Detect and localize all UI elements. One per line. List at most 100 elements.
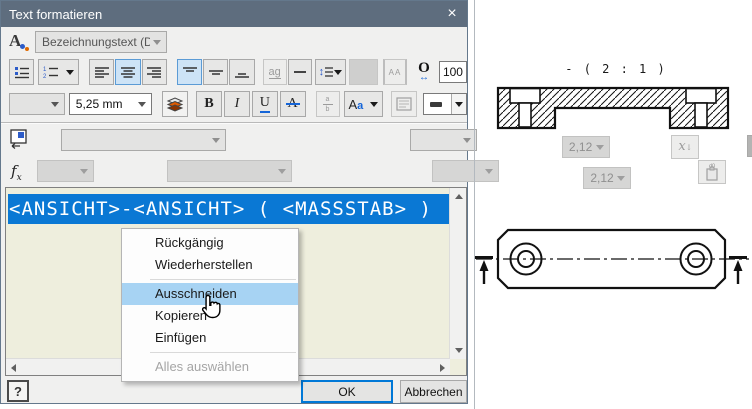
valign-top-button[interactable]	[177, 59, 202, 85]
selected-text-content: <ANSICHT>-<ANSICHT> ( <MASSSTAB> )	[9, 198, 432, 220]
scroll-left-icon[interactable]	[11, 364, 16, 372]
italic-label: I	[235, 96, 240, 112]
symbol-icon	[430, 102, 442, 107]
valign-top-icon	[182, 66, 198, 79]
layers-icon	[166, 97, 184, 112]
svg-text:1: 1	[43, 67, 47, 73]
parameter-combo[interactable]	[167, 160, 292, 182]
top-view	[475, 230, 749, 288]
textbox-icon	[396, 97, 412, 111]
scroll-down-icon[interactable]	[455, 348, 463, 353]
view-scale-label: - ( 2 : 1 )	[565, 62, 666, 76]
drawing-canvas[interactable]: - ( 2 : 1 )	[468, 0, 752, 409]
rotate-text-button[interactable]: Aa	[344, 91, 384, 117]
chevron-down-icon	[370, 102, 378, 107]
bold-label: B	[204, 96, 213, 112]
close-button[interactable]: ×	[437, 5, 467, 23]
align-center-button[interactable]	[115, 59, 140, 85]
cancel-button[interactable]: Abbrechen	[400, 380, 467, 403]
numbered-list-icon: 1 2	[43, 65, 59, 79]
lines-icon	[325, 66, 333, 78]
font-size-value: 5,25 mm	[76, 97, 123, 111]
width-factor-icon-wrap: O ↔	[412, 59, 436, 85]
bullet-list-icon	[14, 65, 30, 79]
baseline-label: ag	[269, 66, 281, 79]
italic-button[interactable]: I	[224, 91, 250, 117]
numbered-list-button[interactable]: 1 2	[38, 59, 79, 85]
selected-text[interactable]: <ANSICHT>-<ANSICHT> ( <MASSSTAB> )	[8, 194, 450, 224]
help-button[interactable]: ?	[7, 380, 29, 402]
chevron-down-icon	[212, 138, 220, 143]
fraction-icon: a b	[323, 96, 333, 113]
section-arrow-right	[729, 258, 747, 285]
width-factor-input[interactable]: 100	[439, 61, 467, 83]
font-combo[interactable]	[9, 93, 65, 115]
close-icon: ×	[447, 5, 456, 22]
rotate-text-icon: Aa	[349, 97, 364, 112]
text-style-icon: A	[9, 31, 31, 53]
bold-button[interactable]: B	[196, 91, 222, 117]
ok-button[interactable]: OK	[301, 380, 393, 403]
parameter-combo-small[interactable]	[37, 160, 94, 182]
menu-separator	[150, 279, 296, 280]
component-combo[interactable]	[61, 129, 226, 151]
valign-middle-button[interactable]	[203, 59, 228, 85]
chevron-down-icon	[153, 40, 161, 45]
valign-middle-icon	[208, 66, 224, 79]
valign-bottom-icon	[234, 66, 250, 79]
component-icon	[9, 129, 29, 149]
scroll-right-icon[interactable]	[440, 364, 445, 372]
strikethrough-label: A	[288, 96, 298, 112]
text-style-combo[interactable]: Bezeichnungstext (DI	[35, 31, 167, 53]
width-factor-icon: O ↔	[418, 61, 430, 83]
help-icon: ?	[14, 384, 22, 399]
dialog-titlebar[interactable]: Text formatieren ×	[1, 1, 467, 27]
chevron-down-icon	[138, 102, 146, 107]
font-size-combo[interactable]: 5,25 mm	[69, 93, 153, 115]
align-right-icon	[146, 66, 162, 79]
strikethrough-button[interactable]: A	[280, 91, 306, 117]
layer-button[interactable]	[162, 91, 188, 117]
chevron-down-icon	[334, 70, 342, 75]
color-swatch-dropdown[interactable]	[349, 59, 378, 85]
baseline-button[interactable]: ag	[263, 59, 287, 85]
scroll-up-icon[interactable]	[455, 194, 463, 199]
fx-label: fx	[11, 162, 22, 183]
align-left-button[interactable]	[89, 59, 114, 85]
chevron-down-icon	[80, 169, 88, 174]
align-right-button[interactable]	[142, 59, 167, 85]
strike-dash-button[interactable]	[288, 59, 312, 85]
menu-separator	[150, 352, 296, 353]
align-center-icon	[120, 66, 136, 79]
ok-label: OK	[338, 385, 355, 399]
fraction-button[interactable]: a b	[316, 91, 340, 117]
valign-bottom-button[interactable]	[229, 59, 254, 85]
component-insert-button[interactable]	[9, 129, 31, 151]
underline-label: U	[260, 95, 270, 112]
text-style-value: Bezeichnungstext (DI	[42, 35, 150, 49]
chevron-down-icon	[51, 102, 59, 107]
align-left-icon	[94, 66, 110, 79]
chevron-down-icon	[66, 70, 74, 75]
separator	[1, 122, 467, 124]
bullet-list-button[interactable]	[9, 59, 34, 85]
section-arrow-left	[475, 258, 493, 285]
line-spacing-button[interactable]: ↕	[315, 59, 346, 85]
dialog-title: Text formatieren	[1, 7, 437, 22]
chevron-down-icon	[278, 169, 286, 174]
vertical-scrollbar[interactable]	[449, 188, 466, 359]
menu-item-paste[interactable]: Einfügen	[122, 327, 298, 349]
chevron-down-icon	[455, 102, 463, 107]
line-spacing-icon: ↕	[319, 66, 325, 78]
underline-button[interactable]: U	[252, 91, 278, 117]
text-stretch-button[interactable]: AA	[383, 59, 407, 85]
dash-icon	[294, 71, 306, 73]
menu-item-redo[interactable]: Wiederherstellen	[122, 254, 298, 276]
menu-item-select-all[interactable]: Alles auswählen	[122, 356, 298, 378]
menu-item-undo[interactable]: Rückgängig	[122, 232, 298, 254]
section-view	[498, 88, 728, 128]
hand-cursor-icon	[201, 294, 222, 320]
symbol-dropdown[interactable]	[423, 93, 467, 115]
textbox-button[interactable]	[391, 91, 417, 117]
svg-text:2: 2	[43, 74, 47, 79]
